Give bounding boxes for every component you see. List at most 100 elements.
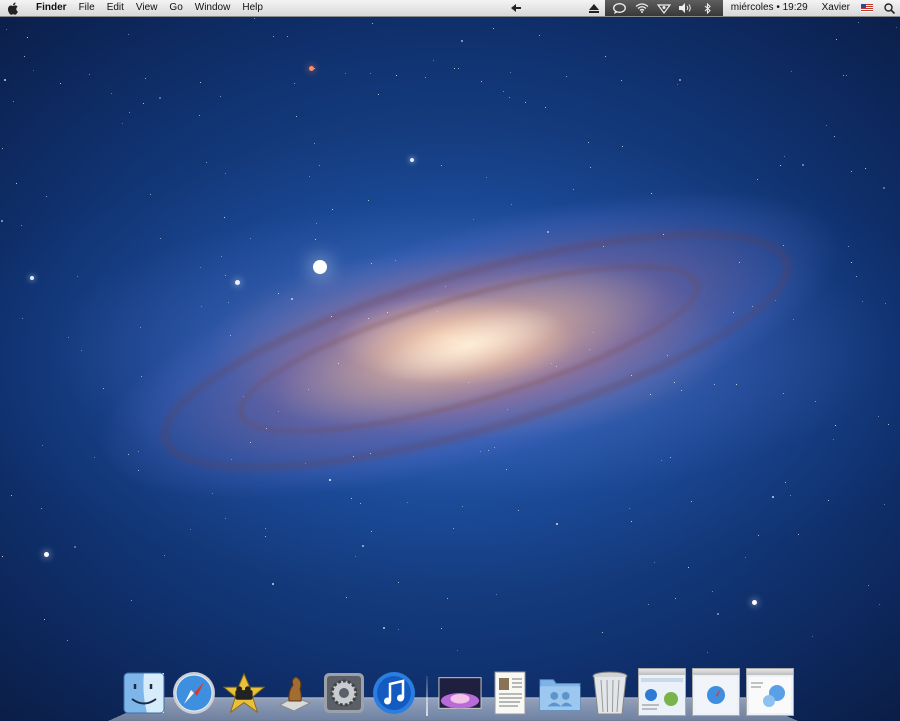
star [407, 502, 408, 503]
star [858, 22, 859, 23]
system-preferences-icon[interactable] [322, 670, 366, 716]
minimized-window-1[interactable] [638, 668, 686, 716]
star [772, 496, 774, 498]
sync-icon[interactable] [653, 0, 675, 16]
star [6, 29, 7, 30]
star [603, 246, 604, 247]
star [220, 96, 221, 97]
documents-stack-icon[interactable] [488, 670, 532, 716]
star [509, 97, 510, 98]
menu-edit[interactable]: Edit [101, 0, 130, 16]
star [332, 209, 333, 210]
star [250, 442, 251, 443]
apple-icon[interactable] [0, 2, 30, 15]
star [547, 231, 549, 233]
eject-icon[interactable] [583, 0, 605, 16]
star [667, 355, 668, 356]
imovie-icon[interactable] [222, 670, 266, 716]
star [590, 167, 591, 168]
star [103, 388, 104, 389]
star [670, 457, 671, 458]
star [296, 116, 297, 117]
dock-separator [426, 676, 428, 716]
star [46, 196, 47, 197]
bluetooth-icon[interactable] [697, 0, 719, 16]
star [272, 583, 274, 585]
wifi-icon[interactable] [631, 0, 653, 16]
chat-bubble-icon[interactable] [609, 0, 631, 16]
star [129, 112, 130, 113]
star [314, 68, 315, 69]
back-arrow-icon[interactable] [505, 0, 527, 16]
star [507, 409, 508, 410]
menu-file[interactable]: File [73, 0, 101, 16]
star [566, 76, 567, 77]
star [783, 245, 784, 246]
star [622, 146, 623, 147]
trash-icon[interactable] [588, 670, 632, 716]
star [878, 416, 879, 417]
star [757, 179, 758, 180]
star [815, 401, 816, 402]
menu-view[interactable]: View [130, 0, 164, 16]
star [200, 267, 201, 268]
star [802, 164, 804, 166]
star [231, 459, 232, 460]
star [525, 102, 526, 103]
menu-go[interactable]: Go [163, 0, 188, 16]
star [60, 83, 61, 84]
star [458, 68, 459, 69]
minimized-window-2[interactable] [692, 668, 740, 716]
bright-star [30, 276, 34, 280]
star [775, 300, 776, 301]
star [378, 94, 379, 95]
menu-help[interactable]: Help [236, 0, 269, 16]
bright-star [235, 280, 240, 285]
star [739, 262, 740, 263]
safari-icon[interactable] [172, 670, 216, 716]
chess-icon[interactable] [272, 670, 316, 716]
star [143, 103, 144, 104]
star [221, 256, 222, 257]
itunes-icon[interactable] [372, 670, 416, 716]
star [122, 123, 123, 124]
desktop-stack-icon[interactable] [438, 670, 482, 716]
star [506, 469, 507, 470]
star [201, 306, 202, 307]
star [94, 457, 95, 458]
star [868, 585, 869, 586]
star [254, 18, 255, 19]
menu-clock[interactable]: miércoles • 19:29 [723, 0, 816, 16]
finder-icon[interactable] [122, 670, 166, 716]
star [503, 91, 504, 92]
star [679, 79, 681, 81]
search-icon[interactable] [878, 0, 900, 16]
star [457, 650, 458, 651]
bright-star [44, 552, 49, 557]
star [2, 556, 3, 557]
star [74, 546, 76, 548]
volume-icon[interactable] [675, 0, 697, 16]
star [790, 495, 791, 496]
star [225, 275, 226, 276]
us-flag-icon[interactable] [856, 0, 878, 16]
menu-user-name[interactable]: Xavier [816, 0, 856, 16]
star [355, 556, 356, 557]
star [631, 521, 632, 522]
star [605, 56, 606, 57]
star [138, 470, 139, 471]
star [793, 319, 794, 320]
star [138, 451, 139, 452]
star [371, 531, 372, 532]
star [473, 219, 474, 220]
applications-folder-icon[interactable] [538, 670, 582, 716]
menu-app-name[interactable]: Finder [30, 0, 73, 16]
minimized-window-3[interactable] [746, 668, 794, 716]
menu-window[interactable]: Window [189, 0, 237, 16]
star [862, 301, 863, 302]
star [896, 27, 897, 28]
star [518, 510, 519, 511]
star [319, 165, 320, 166]
star [834, 136, 835, 137]
star [888, 424, 889, 425]
